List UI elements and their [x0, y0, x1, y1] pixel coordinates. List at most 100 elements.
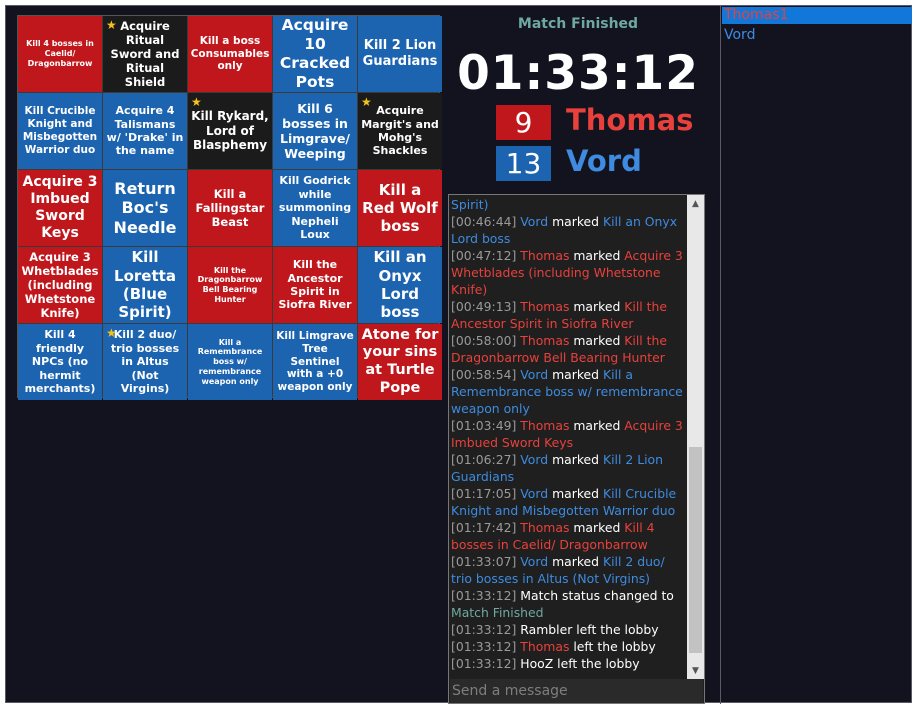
- bingo-cell[interactable]: Return Boc's Needle: [103, 170, 187, 246]
- bingo-cell[interactable]: Kill a Remembrance boss w/ remembrance w…: [188, 324, 272, 400]
- match-timer: 01:33:12: [457, 46, 699, 101]
- chat-log[interactable]: Spirit) [00:46:44] Vord marked Kill an On…: [451, 197, 687, 677]
- bingo-cell[interactable]: Acquire 3 Imbued Sword Keys: [18, 170, 102, 246]
- bingo-cell[interactable]: Kill the Dragonbarrow Bell Bearing Hunte…: [188, 247, 272, 323]
- bingo-cell-label: Acquire Ritual Sword and Ritual Shield: [110, 18, 180, 90]
- bingo-cell[interactable]: Acquire 10 Cracked Pots: [273, 16, 357, 92]
- team-score-thomas: 9: [496, 105, 551, 140]
- chat-line: [01:03:49] Thomas marked Acquire 3 Imbue…: [451, 417, 687, 451]
- bingo-cell[interactable]: Kill Crucible Knight and Misbegotten War…: [18, 93, 102, 169]
- chat-line: [00:58:54] Vord marked Kill a Remembranc…: [451, 366, 687, 417]
- bingo-cell[interactable]: Acquire 4 Talismans w/ 'Drake' in the na…: [103, 93, 187, 169]
- chat-line: [00:47:12] Thomas marked Acquire 3 Whetb…: [451, 247, 687, 298]
- chat-segment: Vord: [520, 554, 549, 569]
- team-name-vord: Vord: [566, 144, 642, 178]
- bingo-cell[interactable]: Kill a boss Consumables only: [188, 16, 272, 92]
- chat-line: [00:58:00] Thomas marked Kill the Dragon…: [451, 332, 687, 366]
- player-list-item[interactable]: Vord: [722, 27, 912, 44]
- bingo-cell[interactable]: Kill 6 bosses in Limgrave/ Weeping: [273, 93, 357, 169]
- bingo-cell[interactable]: ★ Kill Rykard, Lord of Blasphemy: [188, 93, 272, 169]
- bingo-cell[interactable]: Kill Limgrave Tree Sentinel with a +0 we…: [273, 324, 357, 400]
- chat-segment: Thomas: [520, 299, 570, 314]
- bingo-cell-label: Kill Rykard, Lord of Blasphemy: [191, 109, 269, 153]
- chat-timestamp: [01:03:49]: [451, 418, 517, 433]
- chat-timestamp: [01:33:12]: [451, 656, 517, 671]
- chat-timestamp: [01:17:42]: [451, 520, 517, 535]
- scrollbar-thumb[interactable]: [689, 447, 702, 653]
- bingo-cell-label: Kill a Red Wolf boss: [362, 180, 438, 236]
- bingo-cell[interactable]: Kill a Red Wolf boss: [358, 170, 442, 246]
- chat-line: Spirit): [451, 197, 687, 213]
- chat-segment: marked: [548, 452, 603, 467]
- bingo-cell[interactable]: Kill an Onyx Lord boss: [358, 247, 442, 323]
- star-icon: ★: [191, 95, 202, 109]
- bingo-cell[interactable]: Kill a Fallingstar Beast: [188, 170, 272, 246]
- bingo-cell[interactable]: Kill 2 Lion Guardians: [358, 16, 442, 92]
- chat-timestamp: [00:58:00]: [451, 333, 517, 348]
- bingo-cell[interactable]: Kill Loretta (Blue Spirit): [103, 247, 187, 323]
- bingo-cell[interactable]: Acquire 3 Whetblades (including Whetston…: [18, 247, 102, 323]
- bingo-cell[interactable]: Kill 4 bosses in Caelid/ Dragonbarrow: [18, 16, 102, 92]
- chat-segment: marked: [569, 333, 625, 348]
- chat-segment: Vord: [520, 486, 549, 501]
- chat-panel: Spirit) [00:46:44] Vord marked Kill an On…: [448, 194, 705, 704]
- chat-line: [01:17:05] Vord marked Kill Crucible Kni…: [451, 485, 687, 519]
- chat-line: [01:33:12] Match status changed to Match…: [451, 587, 687, 621]
- bingo-cell[interactable]: Kill Godrick while summoning Nepheli Lou…: [273, 170, 357, 246]
- bingo-cell-label: Kill 2 duo/ trio bosses in Altus (Not Vi…: [110, 328, 180, 396]
- chat-scrollbar[interactable]: ▲ ▼: [687, 195, 704, 679]
- chat-segment: Match status changed to: [520, 588, 674, 603]
- bingo-cell-label: Kill 4 friendly NPCs (no hermit merchant…: [24, 328, 96, 396]
- bingo-cell[interactable]: ★ Kill 2 duo/ trio bosses in Altus (Not V…: [103, 324, 187, 400]
- chat-segment: Match Finished: [451, 605, 544, 620]
- bingo-cell[interactable]: Kill 4 friendly NPCs (no hermit merchant…: [18, 324, 102, 400]
- chat-segment: marked: [548, 367, 603, 382]
- player-list-item[interactable]: Thomas1: [722, 7, 912, 24]
- bingo-cell[interactable]: ★ Acquire Margit's and Mohg's Shackles: [358, 93, 442, 169]
- star-icon: ★: [361, 95, 372, 109]
- chat-line: [01:33:12] Thomas left the lobby: [451, 638, 687, 655]
- scroll-up-icon[interactable]: ▲: [687, 195, 704, 212]
- match-status: Match Finished: [517, 16, 639, 32]
- team-score-vord: 13: [496, 146, 551, 181]
- bingo-cell-label: Acquire 4 Talismans w/ 'Drake' in the na…: [106, 104, 184, 158]
- bingo-cell-label: Acquire Margit's and Mohg's Shackles: [361, 104, 439, 158]
- chat-timestamp: [00:47:12]: [451, 248, 517, 263]
- bingo-cell-label: Kill Crucible Knight and Misbegotten War…: [22, 105, 98, 156]
- app-window: Kill 4 bosses in Caelid/ Dragonbarrow ★ Ac…: [5, 5, 912, 704]
- bingo-cell-label: Kill a Remembrance boss w/ remembrance w…: [197, 337, 263, 386]
- bingo-cell-label: Acquire 10 Cracked Pots: [279, 16, 351, 91]
- chat-segment: marked: [548, 486, 603, 501]
- bingo-cell-label: Kill a Fallingstar Beast: [195, 186, 265, 229]
- chat-segment: Vord: [520, 452, 549, 467]
- bingo-cell-label: Kill Loretta (Blue Spirit): [114, 248, 176, 322]
- scroll-down-icon[interactable]: ▼: [687, 662, 704, 679]
- chat-timestamp: [01:33:12]: [451, 622, 517, 637]
- chat-timestamp: [01:33:07]: [451, 554, 517, 569]
- bingo-cell-label: Kill 6 bosses in Limgrave/ Weeping: [279, 100, 350, 162]
- chat-segment: Vord: [520, 214, 549, 229]
- chat-segment: marked: [548, 554, 603, 569]
- bingo-cell-label: Acquire 3 Imbued Sword Keys: [22, 173, 98, 242]
- chat-timestamp: [01:06:27]: [451, 452, 517, 467]
- bingo-cell-label: Kill Limgrave Tree Sentinel with a +0 we…: [276, 330, 354, 394]
- chat-line: [01:33:12] HooZ left the lobby: [451, 655, 687, 672]
- bingo-cell-label: Kill an Onyx Lord boss: [373, 248, 427, 322]
- chat-segment: Thomas: [520, 520, 570, 535]
- bingo-cell[interactable]: Kill the Ancestor Spirit in Siofra River: [273, 247, 357, 323]
- chat-segment: marked: [569, 418, 625, 433]
- chat-segment: marked: [569, 520, 625, 535]
- chat-line: [01:17:42] Thomas marked Kill 4 bosses i…: [451, 519, 687, 553]
- bingo-board: Kill 4 bosses in Caelid/ Dragonbarrow ★ Ac…: [17, 15, 442, 400]
- bingo-cell-label: Kill a boss Consumables only: [190, 34, 270, 73]
- bingo-cell-label: Kill 2 Lion Guardians: [362, 38, 438, 69]
- chat-line: [00:46:44] Vord marked Kill an Onyx Lord…: [451, 213, 687, 247]
- bingo-cell-label: Atone for your sins at Turtle Pope: [361, 326, 439, 396]
- chat-timestamp: [00:58:54]: [451, 367, 517, 382]
- bingo-cell-label: Kill 4 bosses in Caelid/ Dragonbarrow: [26, 39, 94, 68]
- chat-timestamp: [01:33:12]: [451, 588, 517, 603]
- bingo-cell[interactable]: ★ Acquire Ritual Sword and Ritual Shield: [103, 16, 187, 92]
- bingo-cell[interactable]: Atone for your sins at Turtle Pope: [358, 324, 442, 400]
- message-input[interactable]: Send a message: [450, 679, 703, 703]
- bingo-cell-label: Kill Godrick while summoning Nepheli Lou…: [278, 174, 352, 242]
